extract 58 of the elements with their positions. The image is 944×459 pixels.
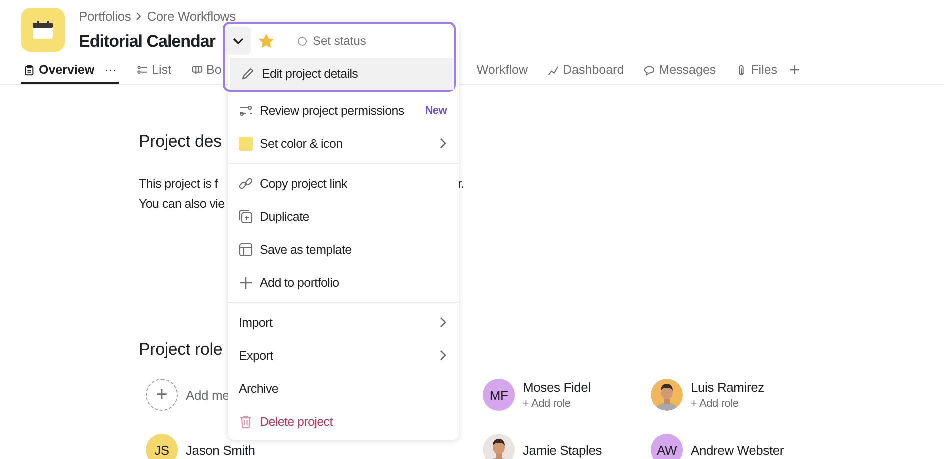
duplicate-icon	[239, 210, 253, 224]
description-text: r.	[458, 176, 464, 193]
tab[interactable]: List	[134, 58, 174, 84]
section-heading: Project des	[139, 132, 222, 153]
menu-item[interactable]: Edit project details	[230, 58, 454, 90]
menu-item[interactable]: Delete project	[228, 405, 459, 438]
chart-icon	[548, 64, 560, 76]
tab[interactable]: Workflow	[474, 58, 530, 84]
speech-bubble-icon	[644, 64, 656, 76]
breadcrumb-link[interactable]: Core Workflows	[147, 8, 236, 24]
member-name: Andrew Webster	[691, 442, 784, 458]
description-text: This project is f	[139, 176, 218, 193]
menu-item[interactable]: Duplicate	[228, 200, 459, 233]
breadcrumb-link[interactable]: Portfolios	[79, 8, 132, 24]
clipboard-icon	[24, 64, 35, 76]
link-icon	[239, 176, 253, 190]
description-text: You can also vie	[139, 196, 225, 213]
member-name: Moses Fidel	[523, 380, 591, 395]
add-tab-button[interactable]: +	[786, 58, 802, 84]
add-role-link[interactable]: + Add role	[523, 398, 591, 410]
chevron-down-icon	[232, 38, 244, 44]
tab[interactable]: Overview ···	[21, 58, 120, 84]
color-swatch-icon	[239, 136, 253, 150]
add-member-button[interactable]: +	[146, 379, 178, 411]
tab[interactable]: Files	[733, 58, 780, 84]
avatar: JS	[146, 434, 178, 459]
set-status-button[interactable]: Set status	[292, 33, 372, 49]
avatar: AW	[651, 434, 683, 459]
avatar: MF	[483, 379, 515, 411]
menu-item[interactable]: Copy project link	[228, 167, 459, 200]
tab[interactable]: Dashboard	[545, 58, 626, 84]
menu-item[interactable]: Add to portfolio	[228, 266, 459, 299]
member-name: Jamie Staples	[523, 442, 602, 458]
sliders-icon	[239, 104, 253, 118]
tab[interactable]: Messages	[641, 58, 718, 84]
menu-item[interactable]: Set color & icon	[228, 127, 459, 160]
star-icon[interactable]	[259, 34, 274, 48]
trash-icon	[239, 414, 253, 428]
add-role-link[interactable]: + Add role	[691, 398, 764, 410]
plus-icon	[239, 276, 253, 290]
chevron-right-icon	[136, 12, 142, 20]
new-label: New	[425, 104, 447, 116]
section-heading: Project role	[139, 340, 223, 361]
pencil-icon	[241, 67, 255, 81]
project-title: Editorial Calendar	[79, 32, 216, 52]
board-icon	[192, 64, 203, 76]
member-name: Jason Smith	[186, 442, 256, 458]
menu-item[interactable]: Archive	[228, 372, 459, 405]
list-icon	[137, 64, 148, 76]
member-name: Luis Ramirez	[691, 380, 764, 395]
menu-item[interactable]: Review project permissions New	[228, 94, 459, 127]
dropdown-button[interactable]	[225, 27, 251, 55]
calendar-icon	[32, 20, 54, 40]
menu-item[interactable]: Export	[228, 339, 459, 372]
menu-item[interactable]: Save as template	[228, 233, 459, 266]
menu-item[interactable]: Import	[228, 306, 459, 339]
template-icon	[239, 242, 253, 256]
tab[interactable]: Bo	[188, 58, 224, 84]
